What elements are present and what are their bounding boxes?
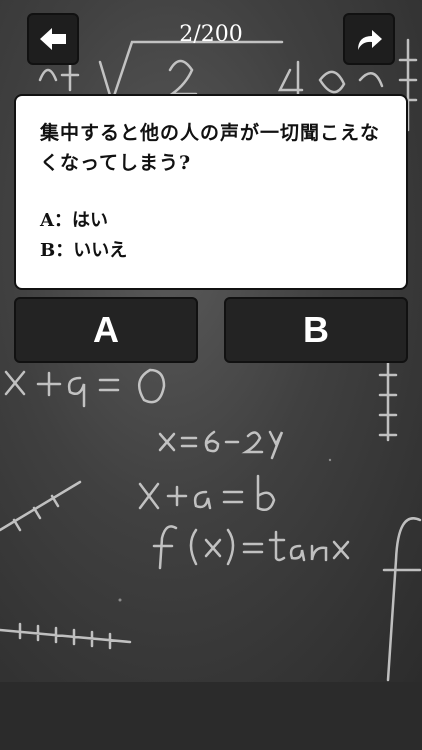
option-a-text: A：はい xyxy=(40,210,108,231)
answer-a-button[interactable]: A xyxy=(14,297,198,363)
answer-b-button[interactable]: B xyxy=(224,297,408,363)
option-b-text: B：いいえ xyxy=(40,240,128,261)
bottom-bar xyxy=(0,682,422,750)
question-card: 集中すると他の人の声が一切聞こえなくなってしまう? A：はい B：いいえ xyxy=(14,94,408,290)
question-text: 集中すると他の人の声が一切聞こえなくなってしまう? xyxy=(40,122,381,174)
share-arrow-icon xyxy=(358,30,382,50)
option-list: A：はい B：いいえ xyxy=(40,206,382,266)
share-button[interactable] xyxy=(343,13,395,65)
